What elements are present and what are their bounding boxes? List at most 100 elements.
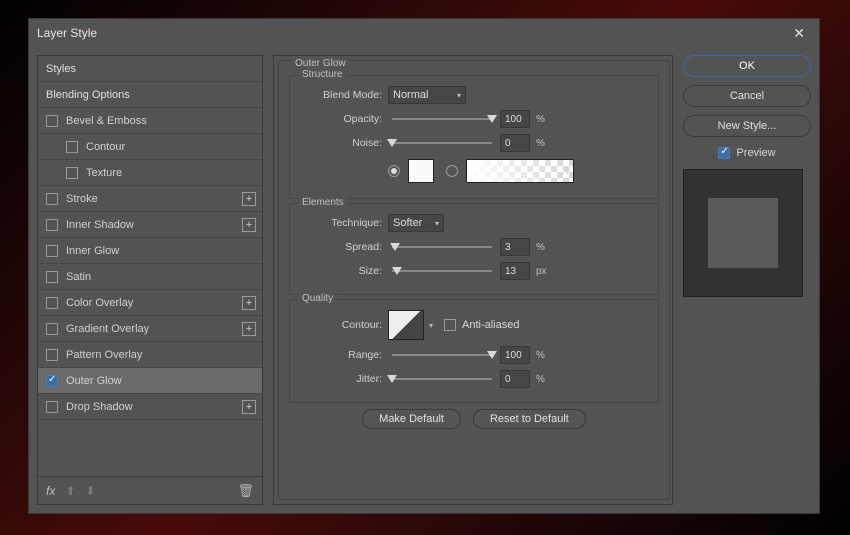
spread-label: Spread: [300,241,388,253]
ok-button[interactable]: OK [683,55,811,77]
antialiased-checkbox[interactable] [444,319,456,331]
style-checkbox[interactable] [66,141,78,153]
sidebar-item-stroke[interactable]: Stroke+ [38,186,262,212]
size-input[interactable]: 13 [500,262,530,280]
plus-icon[interactable]: + [242,296,256,310]
technique-value: Softer [393,217,422,229]
sidebar-item-label: Texture [86,167,122,179]
sidebar-item-pattern-overlay[interactable]: Pattern Overlay [38,342,262,368]
sidebar-item-gradient-overlay[interactable]: Gradient Overlay + [38,316,262,342]
sidebar-item-drop-shadow[interactable]: Drop Shadow+ [38,394,262,420]
range-input[interactable]: 100 [500,346,530,364]
chevron-down-icon: ▾ [435,219,439,228]
color-source-solid-radio[interactable] [388,165,400,177]
preview-row: Preview [683,147,811,159]
style-checkbox[interactable] [46,271,58,283]
blend-mode-select[interactable]: Normal ▾ [388,86,466,104]
style-checkbox[interactable] [66,167,78,179]
chevron-down-icon: ▾ [429,321,433,330]
sidebar-item-color-overlay[interactable]: Color Overlay + [38,290,262,316]
sidebar-item-label: Gradient Overlay [66,323,149,335]
dialog-title: Layer Style [37,26,787,40]
technique-select[interactable]: Softer ▾ [388,214,444,232]
contour-picker[interactable]: ▾ [388,310,424,340]
style-checkbox[interactable] [46,245,58,257]
glow-color-swatch[interactable] [408,159,434,183]
sidebar-item-texture[interactable]: Texture [38,160,262,186]
titlebar: Layer Style ✕ [29,19,819,47]
spread-input[interactable]: 3 [500,238,530,256]
sidebar-item-label: Inner Glow [66,245,119,257]
jitter-unit: % [536,374,545,385]
blend-mode-label: Blend Mode: [300,89,388,101]
antialiased-label: Anti-aliased [462,319,519,331]
sidebar-item-label: Color Overlay [66,297,133,309]
style-checkbox[interactable] [46,193,58,205]
reset-default-button[interactable]: Reset to Default [473,409,586,429]
spread-slider[interactable] [392,246,492,248]
sidebar-item-label: Inner Shadow [66,219,134,231]
sidebar-item-contour[interactable]: Contour [38,134,262,160]
preview-box [683,169,803,297]
elements-group: Elements Technique: Softer ▾ Spread: 3 % [289,203,659,295]
plus-icon[interactable]: + [242,400,256,414]
range-label: Range: [300,349,388,361]
arrow-up-icon[interactable]: ⬆ [65,484,75,498]
size-slider[interactable] [392,270,492,272]
jitter-slider[interactable] [392,378,492,380]
quality-title: Quality [298,293,337,304]
sidebar-item-outer-glow[interactable]: Outer Glow [38,368,262,394]
style-checkbox[interactable] [46,349,58,361]
new-style-button[interactable]: New Style... [683,115,811,137]
elements-title: Elements [298,197,348,208]
contour-label: Contour: [300,319,388,331]
cancel-button[interactable]: Cancel [683,85,811,107]
trash-icon[interactable]: 🗑 [237,483,254,499]
style-checkbox[interactable] [46,401,58,413]
dialog-body: Styles Blending Options Bevel & Emboss Co… [29,47,819,513]
style-checkbox[interactable] [46,297,58,309]
close-icon[interactable]: ✕ [787,25,811,42]
sidebar-item-label: Outer Glow [66,375,122,387]
jitter-input[interactable]: 0 [500,370,530,388]
sidebar-item-bevel-emboss[interactable]: Bevel & Emboss [38,108,262,134]
sidebar-item-satin[interactable]: Satin [38,264,262,290]
chevron-down-icon: ▾ [457,91,461,100]
styles-header[interactable]: Styles [38,56,262,82]
plus-icon[interactable]: + [242,192,256,206]
range-unit: % [536,350,545,361]
sidebar-item-label: Pattern Overlay [66,349,142,361]
style-checkbox[interactable] [46,219,58,231]
style-checkbox[interactable] [46,323,58,335]
noise-label: Noise: [300,137,388,149]
opacity-input[interactable]: 100 [500,110,530,128]
opacity-slider[interactable] [392,118,492,120]
fx-icon[interactable]: fx [46,484,55,498]
preview-sample [708,198,778,268]
color-source-gradient-radio[interactable] [446,165,458,177]
blending-options-header[interactable]: Blending Options [38,82,262,108]
glow-gradient-swatch[interactable]: ▾ [466,159,574,183]
panel-title: Outer Glow [291,58,350,69]
styles-header-label: Styles [46,63,76,75]
size-unit: px [536,266,547,277]
chevron-down-icon: ▾ [564,165,570,178]
style-checkbox[interactable] [46,115,58,127]
range-slider[interactable] [392,354,492,356]
preview-checkbox[interactable] [718,147,730,159]
jitter-label: Jitter: [300,373,388,385]
style-checkbox[interactable] [46,375,58,387]
noise-slider[interactable] [392,142,492,144]
arrow-down-icon[interactable]: ⬇ [85,484,95,498]
blending-options-label: Blending Options [46,89,130,101]
structure-title: Structure [298,69,347,80]
noise-input[interactable]: 0 [500,134,530,152]
quality-group: Quality Contour: ▾ Anti-aliased Range: 1… [289,299,659,403]
plus-icon[interactable]: + [242,218,256,232]
make-default-button[interactable]: Make Default [362,409,461,429]
plus-icon[interactable]: + [242,322,256,336]
sidebar-item-label: Contour [86,141,125,153]
sidebar-item-inner-shadow[interactable]: Inner Shadow + [38,212,262,238]
sidebar-item-inner-glow[interactable]: Inner Glow [38,238,262,264]
technique-label: Technique: [300,217,388,229]
